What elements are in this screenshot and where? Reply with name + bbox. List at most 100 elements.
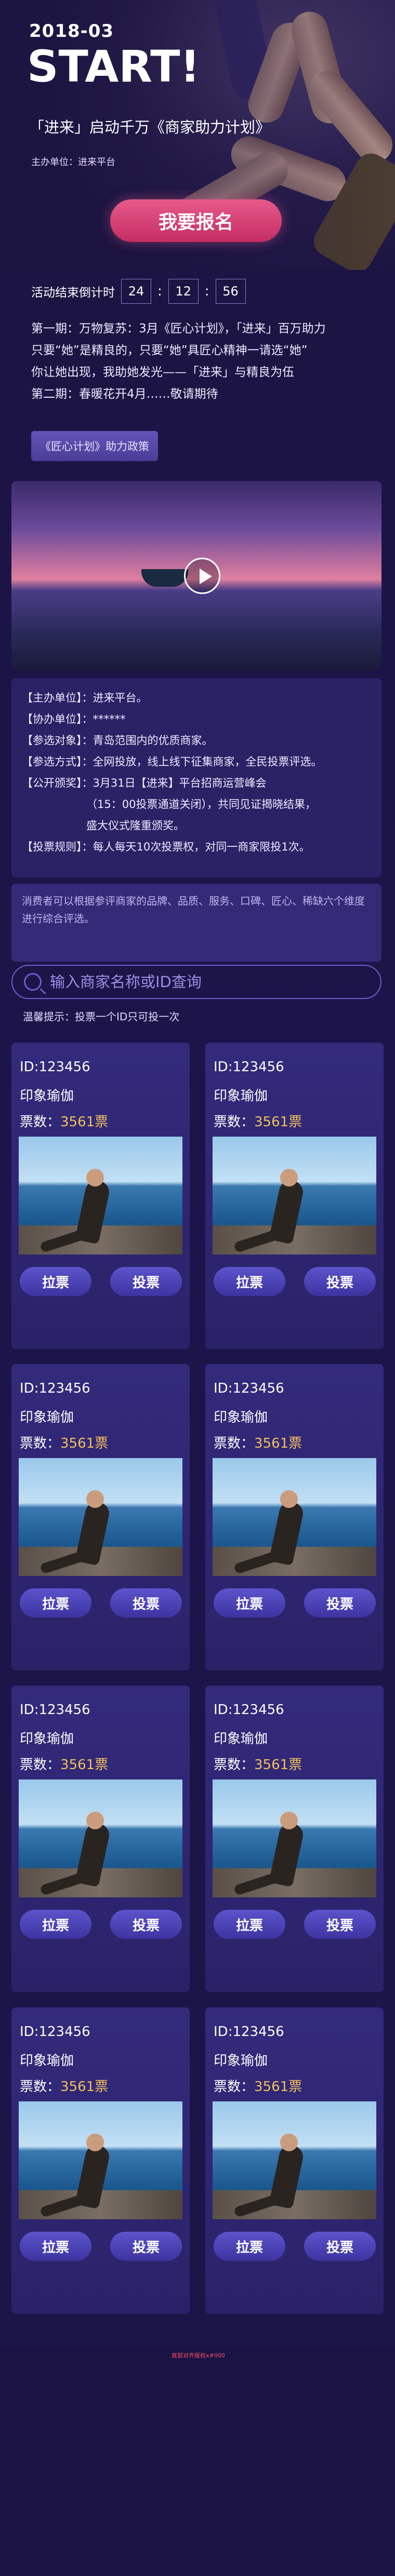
vote-count: 票数：3561票 bbox=[214, 1111, 302, 1130]
pull-vote-button[interactable]: 拉票 bbox=[214, 1910, 285, 1939]
rule-method: 【参选方式】：全网投放，线上线下征集商家，全民投票评选。 bbox=[22, 756, 322, 768]
merchant-id: ID:123456 bbox=[214, 2024, 284, 2040]
vote-card: ID:123456 印象瑜伽 票数：3561票 拉票 投票 bbox=[205, 1364, 384, 1670]
rule-publish: （15：00投票通道关闭），共同见证揭晓结果， bbox=[86, 798, 316, 811]
vote-card: ID:123456 印象瑜伽票数：3561票拉票 投票 bbox=[11, 1685, 190, 1992]
vote-count-value: 3561票 bbox=[60, 1436, 109, 1451]
merchant-id: ID:123456 bbox=[214, 1702, 284, 1718]
intro-line: 第一期：万物复苏：3月《匠心计划》，「进来」百万助力 bbox=[31, 322, 326, 335]
vote-count-value: 3561票 bbox=[254, 1114, 302, 1130]
merchant-photo[interactable] bbox=[213, 1137, 376, 1255]
vote-count: 票数：3561票 bbox=[20, 1754, 108, 1773]
vote-count-value: 3561票 bbox=[254, 2079, 302, 2095]
merchant-name: 印象瑜伽 bbox=[20, 1731, 74, 1747]
vote-card: ID:123456 印象瑜伽票数：3561票拉票 投票 bbox=[205, 1685, 384, 1992]
countdown-separator: : bbox=[204, 284, 209, 299]
merchant-photo[interactable] bbox=[19, 1458, 182, 1576]
rules-panel: 【主办单位】：进来平台。 【协办单位】：****** 【参选对象】：青岛范围内的… bbox=[11, 678, 381, 878]
countdown: 活动结束倒计时 24 : 12 : 56 bbox=[31, 279, 246, 304]
merchant-id: ID:123456 bbox=[20, 2024, 90, 2040]
pull-vote-button[interactable]: 拉票 bbox=[20, 1910, 91, 1939]
merchant-photo[interactable] bbox=[213, 1458, 376, 1576]
pull-vote-button[interactable]: 拉票 bbox=[214, 1588, 285, 1617]
boat-image bbox=[141, 569, 188, 587]
rule-publish: 【公开颁奖】：3月31日【进来】平台招商运营峰会 bbox=[22, 777, 267, 789]
merchant-id: ID:123456 bbox=[20, 1059, 90, 1075]
vote-button[interactable]: 投票 bbox=[110, 2232, 182, 2261]
vote-count: 票数：3561票 bbox=[214, 1433, 302, 1452]
notice-panel: 消费者可以根据参评商家的品牌、品质、服务、口碑、匠心、稀缺六个维度进行综合评选。 bbox=[11, 884, 381, 962]
vote-button[interactable]: 投票 bbox=[304, 2232, 376, 2261]
vote-button[interactable]: 投票 bbox=[110, 1267, 182, 1296]
rule-voting: 【投票规则】：每人每天10次投票权，对同一商家限投1次。 bbox=[22, 841, 310, 853]
search-icon[interactable] bbox=[24, 973, 42, 991]
footer: 底部对齐版权x#000 bbox=[0, 2347, 395, 2576]
pull-vote-button[interactable]: 拉票 bbox=[20, 1588, 91, 1617]
hero-banner: 2018-03 START! 「进来」启动千万《商家助力计划》 主办单位：进来平… bbox=[0, 0, 395, 270]
rule-publish: 盛大仪式隆重颁奖。 bbox=[86, 819, 185, 832]
vote-count: 票数：3561票 bbox=[214, 1754, 302, 1773]
merchant-photo[interactable] bbox=[213, 1779, 376, 1897]
merchant-name: 印象瑜伽 bbox=[214, 1410, 268, 1425]
slogan: 「进来」启动千万《商家助力计划》 bbox=[29, 118, 271, 136]
vote-count-value: 3561票 bbox=[60, 2079, 109, 2095]
play-icon[interactable] bbox=[184, 558, 220, 594]
vote-count: 票数：3561票 bbox=[20, 1111, 108, 1130]
vote-count: 票数：3561票 bbox=[214, 2076, 302, 2095]
vote-card: ID:123456 印象瑜伽票数：3561票拉票 投票 bbox=[205, 2007, 384, 2314]
countdown-seconds: 56 bbox=[215, 279, 246, 304]
merchant-name: 印象瑜伽 bbox=[214, 2053, 268, 2069]
vote-count-label: 票数： bbox=[214, 2079, 255, 2095]
vote-count-label: 票数： bbox=[214, 1114, 255, 1130]
vote-card: ID:123456 印象瑜伽 票数：3561票 拉票 投票 bbox=[11, 1364, 190, 1670]
search-input[interactable] bbox=[50, 973, 341, 991]
countdown-separator: : bbox=[157, 284, 162, 299]
merchant-name: 印象瑜伽 bbox=[214, 1731, 268, 1747]
vote-tip: 温馨提示：投票一个ID只可投一次 bbox=[23, 1010, 180, 1023]
merchant-photo[interactable] bbox=[19, 1779, 182, 1897]
vote-button[interactable]: 投票 bbox=[304, 1588, 376, 1617]
vote-count-label: 票数： bbox=[20, 1436, 61, 1451]
vote-count: 票数：3561票 bbox=[20, 1433, 108, 1452]
video-player[interactable] bbox=[11, 481, 381, 670]
rule-co-host: 【协办单位】：****** bbox=[22, 713, 126, 725]
merchant-name: 印象瑜伽 bbox=[20, 1410, 74, 1425]
countdown-hours: 24 bbox=[121, 279, 151, 304]
intro-line: 你让她出现，我助她发光——「进来」与精良为伍 bbox=[31, 366, 294, 379]
vote-button[interactable]: 投票 bbox=[304, 1910, 376, 1939]
signup-button[interactable]: 我要报名 bbox=[110, 199, 282, 242]
merchant-photo[interactable] bbox=[213, 2101, 376, 2219]
merchant-id: ID:123456 bbox=[214, 1059, 284, 1075]
countdown-minutes: 12 bbox=[168, 279, 199, 304]
organizer-text: 主办单位：进来平台 bbox=[31, 157, 115, 168]
vote-count-value: 3561票 bbox=[254, 1757, 302, 1773]
merchant-photo[interactable] bbox=[19, 1137, 182, 1255]
merchant-name: 印象瑜伽 bbox=[20, 1088, 74, 1104]
rule-participants: 【参选对象】：青岛范围内的优质商家。 bbox=[22, 734, 213, 747]
pull-vote-button[interactable]: 拉票 bbox=[214, 2232, 285, 2261]
event-date: 2018-03 bbox=[29, 21, 114, 42]
vote-count-value: 3561票 bbox=[60, 1114, 109, 1130]
pull-vote-button[interactable]: 拉票 bbox=[214, 1267, 285, 1296]
vote-button[interactable]: 投票 bbox=[110, 1910, 182, 1939]
merchant-name: 印象瑜伽 bbox=[20, 2053, 74, 2069]
vote-count-value: 3561票 bbox=[60, 1757, 109, 1773]
merchant-name: 印象瑜伽 bbox=[214, 1088, 268, 1104]
pull-vote-button[interactable]: 拉票 bbox=[20, 1267, 91, 1296]
search-bar[interactable] bbox=[11, 965, 381, 999]
vote-card: ID:123456 印象瑜伽票数：3561票拉票 投票 bbox=[205, 1043, 384, 1349]
policy-button[interactable]: 《匠心计划》助力政策 bbox=[31, 431, 158, 461]
event-intro: 第一期：万物复苏：3月《匠心计划》，「进来」百万助力 只要“她”是精良的，只要“… bbox=[31, 318, 374, 405]
vote-count-label: 票数： bbox=[20, 1114, 61, 1130]
merchant-id: ID:123456 bbox=[20, 1702, 90, 1718]
intro-line: 只要“她”是精良的，只要“她”具匠心精神一请选“她” bbox=[31, 344, 308, 357]
vote-card: ID:123456 印象瑜伽票数：3561票拉票 投票 bbox=[11, 1043, 190, 1349]
footer-note: 底部对齐版权x#000 bbox=[172, 2352, 225, 2359]
vote-count-value: 3561票 bbox=[254, 1436, 302, 1451]
page-title: START! bbox=[27, 41, 200, 92]
pull-vote-button[interactable]: 拉票 bbox=[20, 2232, 91, 2261]
merchant-photo[interactable] bbox=[19, 2101, 182, 2219]
countdown-label: 活动结束倒计时 bbox=[31, 286, 115, 300]
vote-button[interactable]: 投票 bbox=[110, 1588, 182, 1617]
vote-button[interactable]: 投票 bbox=[304, 1267, 376, 1296]
